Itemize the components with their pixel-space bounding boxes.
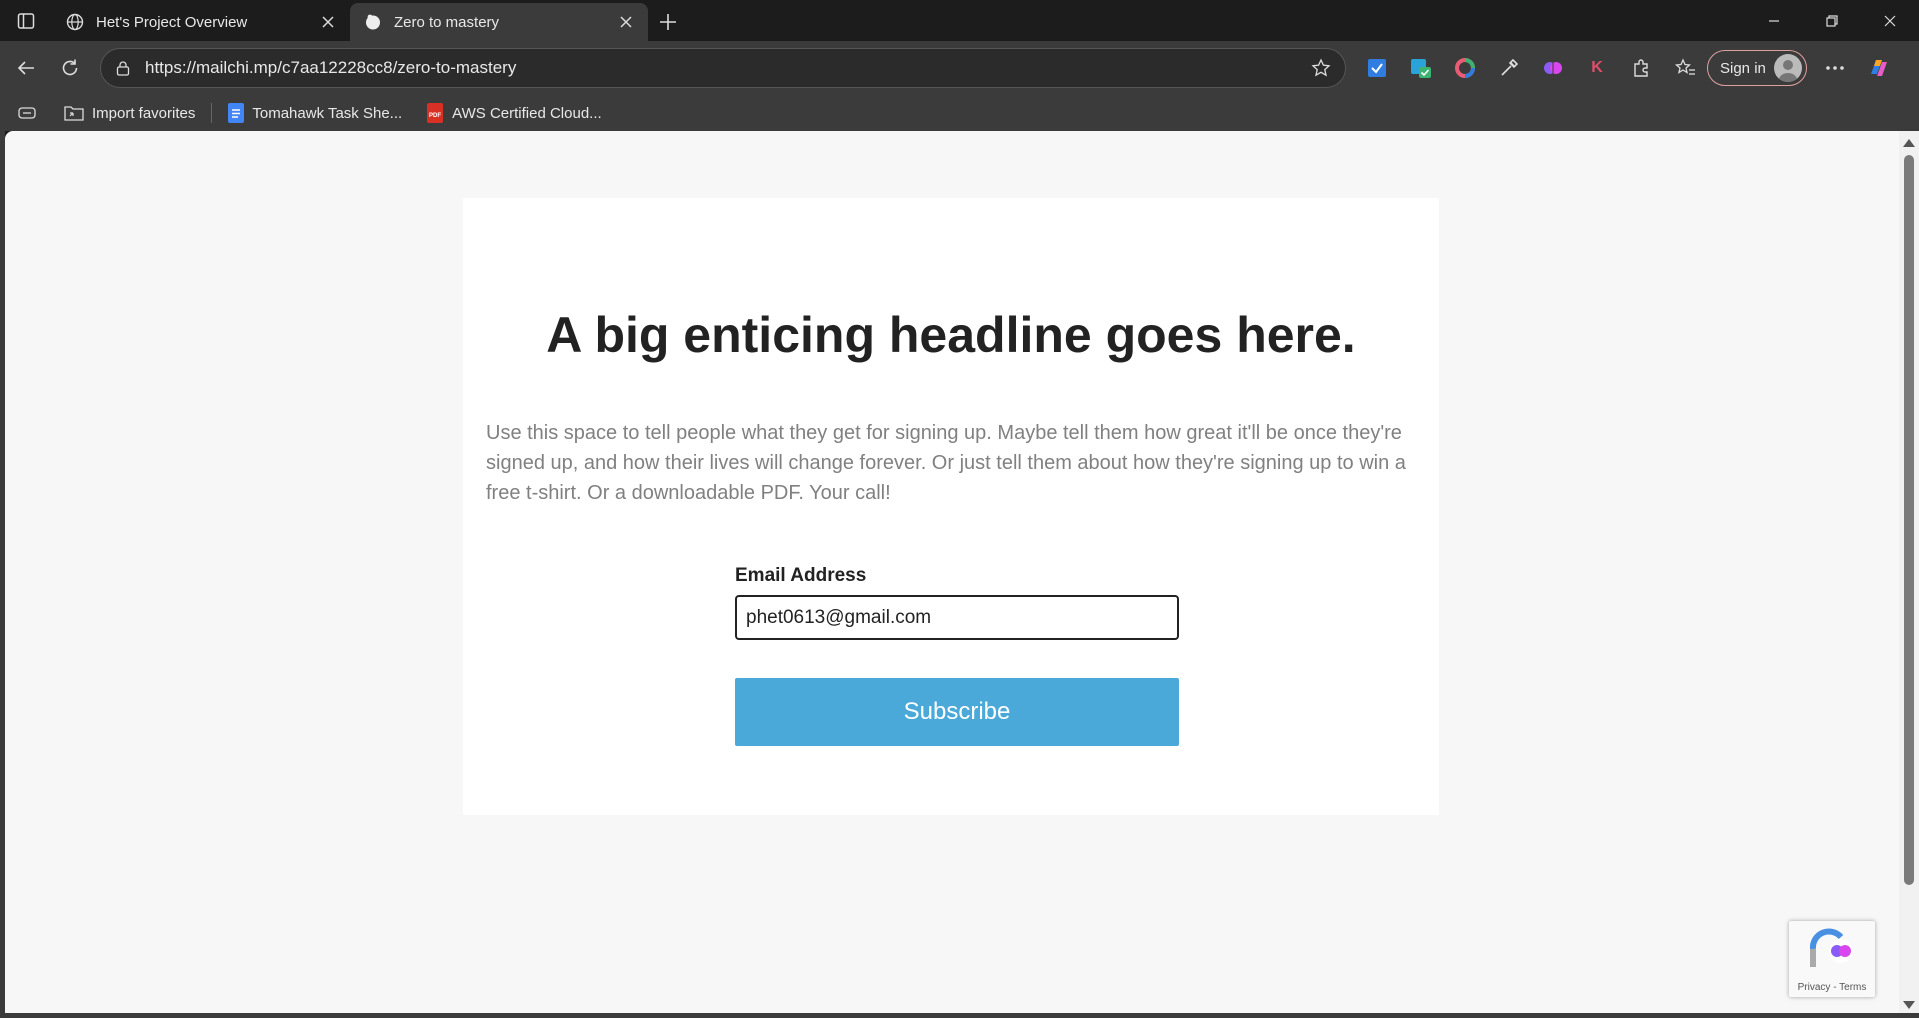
site-info-icon[interactable] <box>115 60 131 76</box>
pdf-icon: PDF <box>427 103 444 123</box>
tab-strip: Het's Project Overview Zero to mastery <box>0 0 1919 41</box>
bookmark-label: AWS Certified Cloud... <box>452 104 602 122</box>
copilot-icon <box>1870 60 1887 76</box>
google-docs-icon <box>228 103 245 123</box>
close-tab-icon[interactable] <box>616 12 636 32</box>
new-tab-button[interactable] <box>648 3 688 41</box>
calendar-extension-button[interactable] <box>1399 48 1443 88</box>
minimize-icon <box>1769 19 1779 22</box>
close-tab-icon[interactable] <box>318 12 338 32</box>
refresh-button[interactable] <box>48 48 92 88</box>
email-label: Email Address <box>735 565 867 586</box>
globe-icon <box>66 13 84 31</box>
todo-extension-button[interactable] <box>1355 48 1399 88</box>
plus-icon <box>660 14 676 30</box>
bookmark-label: Import favorites <box>92 104 196 122</box>
bookmark-separator <box>211 103 213 123</box>
sign-in-button[interactable]: Sign in <box>1707 50 1807 86</box>
window-controls <box>1745 0 1919 41</box>
settings-more-button[interactable] <box>1813 48 1857 88</box>
recaptcha-links[interactable]: Privacy - Terms <box>1789 982 1875 993</box>
sign-in-label: Sign in <box>1720 59 1766 77</box>
favorites-button[interactable] <box>1663 48 1707 88</box>
favorite-star-icon[interactable] <box>1311 58 1331 78</box>
tab-title: Het's Project Overview <box>96 13 248 31</box>
url-text[interactable]: https://mailchi.mp/c7aa12228cc8/zero-to-… <box>145 58 1311 78</box>
page-description: Use this space to tell people what they … <box>486 422 1406 504</box>
back-arrow-icon <box>17 61 34 75</box>
page-viewport: A big enticing headline goes here. Use t… <box>5 131 1899 1013</box>
back-button[interactable] <box>4 48 48 88</box>
collections-icon <box>18 107 36 119</box>
extensions-button[interactable] <box>1619 48 1663 88</box>
k-logo-icon: K <box>1591 59 1603 76</box>
refresh-icon <box>62 59 78 76</box>
sidebar-toggle-icon <box>17 12 35 29</box>
address-bar[interactable]: https://mailchi.mp/c7aa12228cc8/zero-to-… <box>100 48 1346 88</box>
scroll-up-icon[interactable] <box>1903 139 1915 147</box>
mailchimp-icon <box>366 14 380 30</box>
page-headline: A big enticing headline goes here. <box>546 307 1356 363</box>
bookmark-tomahawk-task-sheet[interactable]: Tomahawk Task She... <box>220 98 410 128</box>
color-extension-button[interactable] <box>1443 48 1487 88</box>
k-extension-button[interactable]: K <box>1575 48 1619 88</box>
brain-extension-button[interactable] <box>1531 48 1575 88</box>
extensions-area: K Sign in <box>1355 41 1901 95</box>
color-wheel-icon <box>1455 58 1475 78</box>
recaptcha-badge[interactable]: Privacy - Terms <box>1789 921 1875 997</box>
checkbox-icon <box>1368 59 1386 77</box>
restore-button[interactable] <box>1803 0 1861 41</box>
bookmark-label: Tomahawk Task She... <box>252 104 403 122</box>
svg-text:PDF: PDF <box>429 113 441 119</box>
puzzle-icon <box>1634 59 1648 77</box>
signup-form: Email Address phet0613@gmail.com Subscri… <box>735 565 1179 746</box>
browser-toolbar: https://mailchi.mp/c7aa12228cc8/zero-to-… <box>0 41 1919 95</box>
bookmark-import-favorites[interactable]: Import favorites <box>56 98 203 128</box>
window-frame-bottom <box>0 1013 1919 1018</box>
subscribe-button[interactable]: Subscribe <box>735 678 1179 746</box>
tab-zero-to-mastery[interactable]: Zero to mastery <box>350 3 648 41</box>
minimize-button[interactable] <box>1745 0 1803 41</box>
copilot-button[interactable] <box>1857 48 1901 88</box>
close-icon <box>1884 15 1896 26</box>
calendar-check-icon <box>1411 59 1431 78</box>
tab-actions-button[interactable] <box>0 0 52 41</box>
import-folder-icon <box>64 106 84 121</box>
eyedropper-icon <box>1501 58 1519 76</box>
bookmarks-bar: Import favorites Tomahawk Task She... PD… <box>0 95 1919 131</box>
close-window-button[interactable] <box>1861 0 1919 41</box>
recaptcha-icon <box>1809 928 1853 967</box>
scrollbar-thumb[interactable] <box>1904 155 1914 885</box>
bookmarks-menu-button[interactable] <box>10 98 44 128</box>
bookmark-aws-certified-cloud[interactable]: PDF AWS Certified Cloud... <box>418 98 610 128</box>
signup-card: A big enticing headline goes here. Use t… <box>463 198 1439 815</box>
scroll-down-icon[interactable] <box>1903 1001 1915 1009</box>
restore-icon <box>1826 14 1838 27</box>
avatar-icon <box>1773 54 1802 82</box>
favorites-list-icon <box>1674 58 1695 75</box>
eyedropper-extension-button[interactable] <box>1487 48 1531 88</box>
page-scrollbar[interactable] <box>1899 131 1919 1013</box>
email-field[interactable]: phet0613@gmail.com <box>735 595 1179 640</box>
tab-title: Zero to mastery <box>394 13 500 31</box>
brain-icon <box>1544 62 1562 74</box>
more-dots-icon <box>1826 66 1844 70</box>
tab-hets-project-overview[interactable]: Het's Project Overview <box>52 3 350 41</box>
